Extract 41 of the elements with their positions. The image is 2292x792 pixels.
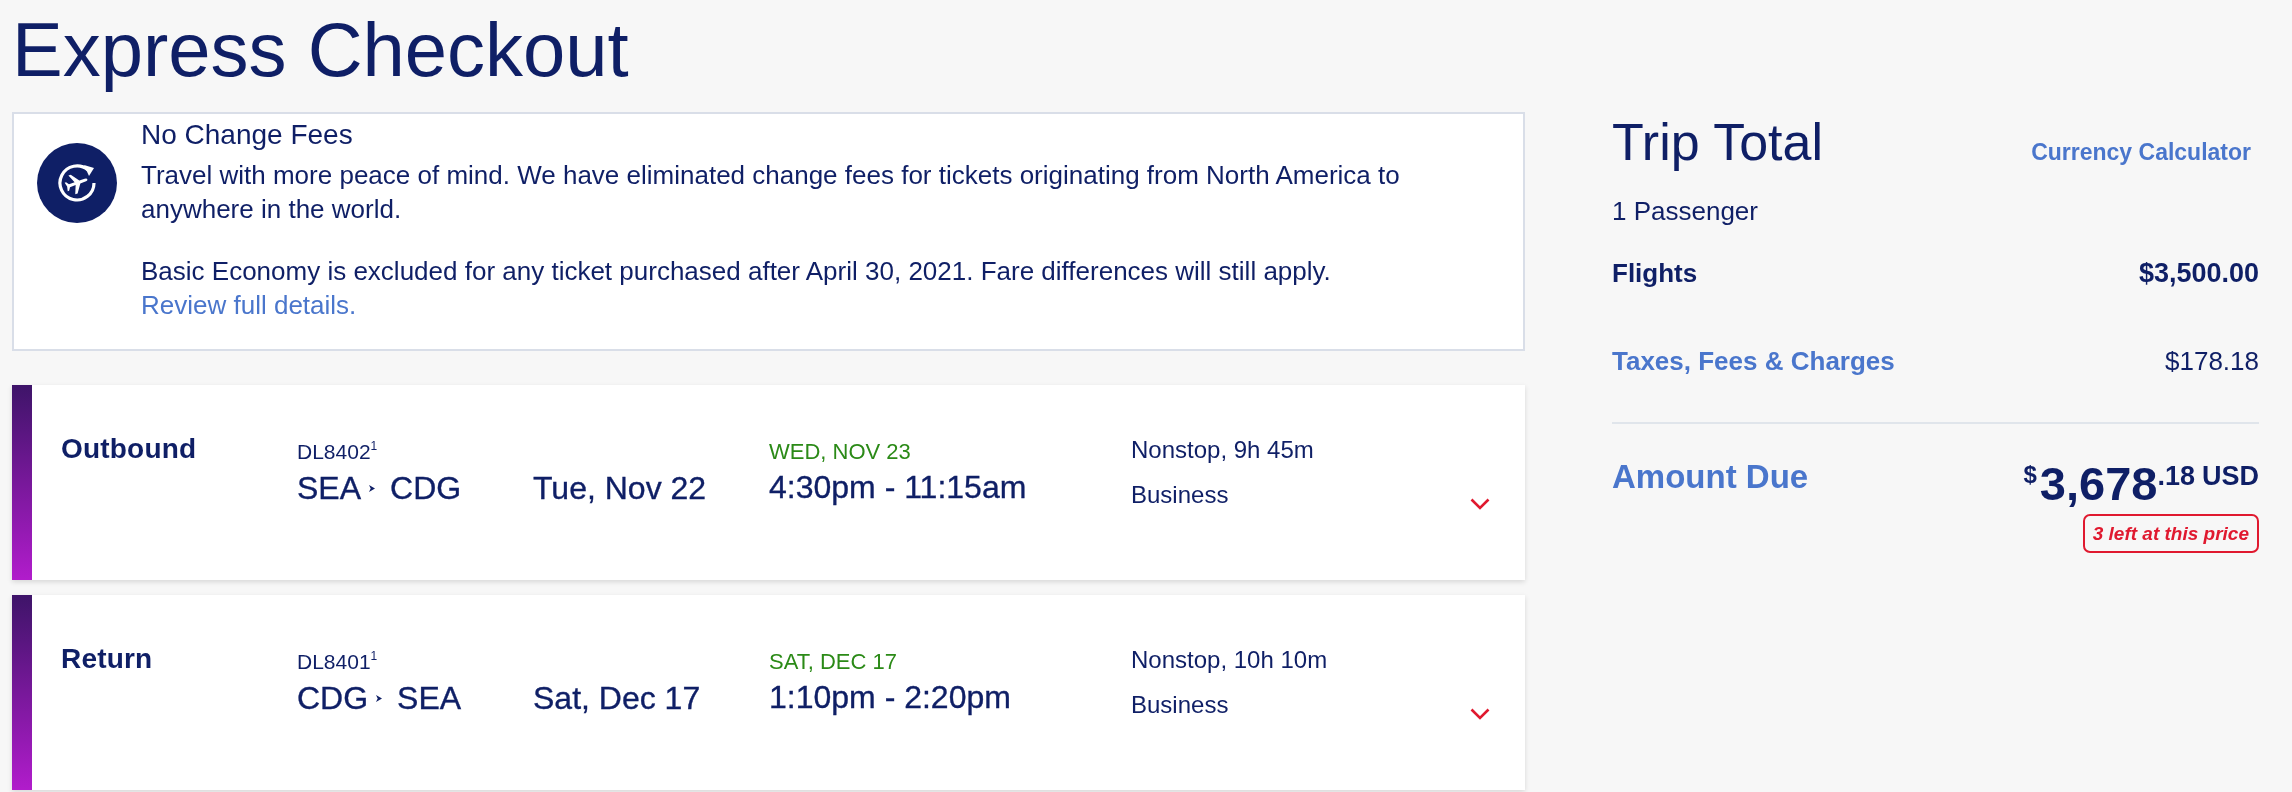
- flight-number: DL8402$^{1}$: [297, 440, 378, 464]
- trip-direction: Return: [61, 644, 153, 674]
- cabin-class: Business: [1131, 690, 1229, 720]
- page-title: Express Checkout: [12, 6, 630, 94]
- chevron-down-icon[interactable]: [1470, 708, 1490, 720]
- amount-due-label: Amount Due: [1612, 457, 1809, 497]
- fare-line-label: Flights: [1612, 257, 1698, 290]
- destination-code: SEA: [397, 679, 462, 718]
- arrowhead-right-icon: [376, 694, 383, 702]
- flight-times: 1:10pm - 2:20pm: [769, 678, 1011, 717]
- notice-text: Basic Economy is excluded for any ticket purchased after April 30, 2021. Fare differences will still apply. Review full details.: [141, 255, 1332, 322]
- departure-date: Sat, Dec 17: [533, 679, 701, 718]
- notice-title: No Change Fees: [141, 118, 354, 152]
- amount-due-whole: 3,678: [2039, 460, 2158, 507]
- plane-cycle-icon: [37, 143, 117, 223]
- trip-total-title: Trip Total: [1612, 112, 1823, 172]
- notice-text: Travel with more peace of mind. We have eliminated change fees for tickets originating from North America to anywhere in the world.: [141, 159, 1401, 226]
- currency-symbol: $: [2023, 463, 2037, 487]
- amount-due-cents: .18: [2157, 463, 2195, 490]
- stops-duration: Nonstop, 10h 10m: [1131, 645, 1328, 675]
- arrival-date-label: WED, NOV 23: [769, 439, 911, 465]
- fare-line-link[interactable]: Taxes, Fees & Charges: [1612, 344, 1895, 378]
- review-details-link[interactable]: Review full details.: [141, 290, 357, 320]
- chevron-down-icon[interactable]: [1470, 498, 1490, 510]
- fare-line-amount: $3,500.00: [2138, 257, 2259, 290]
- arrowhead-right-icon: [369, 484, 376, 492]
- departure-date: Tue, Nov 22: [533, 469, 707, 508]
- origin-code: SEA: [297, 469, 362, 508]
- cabin-class: Business: [1131, 480, 1229, 510]
- destination-code: CDG: [390, 469, 462, 508]
- stops-duration: Nonstop, 9h 45m: [1131, 435, 1314, 465]
- price-alert-badge: 3 left at this price: [2082, 514, 2259, 553]
- fare-line-amount: $178.18: [2165, 345, 2259, 378]
- trip-direction: Outbound: [61, 434, 197, 464]
- arrival-date-label: SAT, DEC 17: [769, 649, 897, 675]
- origin-code: CDG: [297, 679, 369, 718]
- currency-code: USD: [2202, 463, 2259, 490]
- flight-times: 4:30pm - 11:15am: [769, 468, 1027, 507]
- flight-number: DL8401$^{1}$: [297, 650, 378, 674]
- passenger-count: 1 Passenger: [1612, 195, 1758, 227]
- currency-calculator-link[interactable]: Currency Calculator: [2031, 139, 2251, 166]
